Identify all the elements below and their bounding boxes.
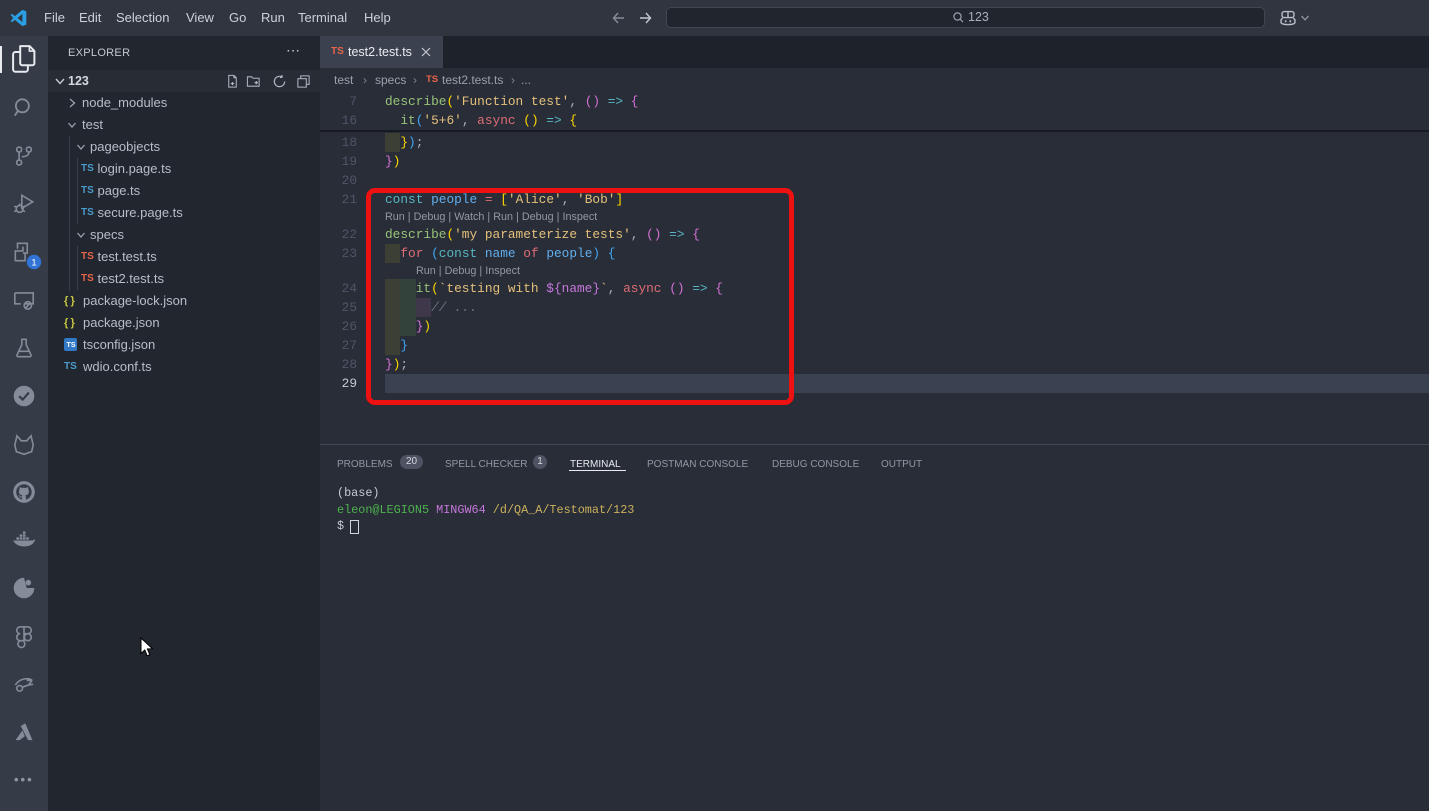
svg-text:1: 1 [31, 257, 36, 268]
